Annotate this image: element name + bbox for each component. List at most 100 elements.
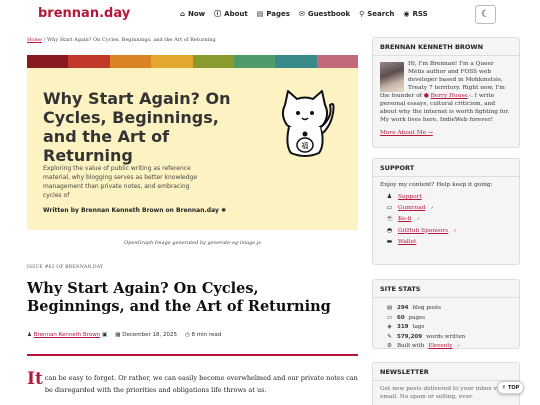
nav-label: RSS <box>412 10 428 18</box>
nav-now[interactable]: ⌂ Now <box>180 9 205 19</box>
stat-value: 294 <box>397 305 409 311</box>
posts-icon: ▤ <box>386 305 393 311</box>
support-title: SUPPORT <box>373 159 519 177</box>
date-meta: ▦ December 18, 2025 <box>115 332 177 338</box>
stat-item: ▤ 294 blog posts <box>386 304 512 312</box>
lucky-cat-icon: 福 <box>281 90 335 157</box>
card-icon: ▣ <box>102 332 108 338</box>
code-icon: ⚙ <box>387 343 392 350</box>
nav-pages[interactable]: ▤ Pages <box>257 9 290 19</box>
post-meta: ♟ Brennan Kenneth Brown ▣ ▦ December 18,… <box>27 332 221 338</box>
read-time: 8 min read <box>191 332 222 338</box>
github-sponsors-link[interactable]: GitHub Sponsors <box>398 227 448 235</box>
og-stripe <box>151 55 193 68</box>
stat-item: ✎ 579,209 words written <box>386 333 512 341</box>
site-logo[interactable]: brennan.day <box>38 6 130 21</box>
support-link-item[interactable]: ♟ Support <box>386 193 512 201</box>
author-link[interactable]: Brennan Kenneth Brown <box>34 332 101 338</box>
top-label: TOP <box>507 384 520 391</box>
external-link-icon: ↗ <box>453 227 457 233</box>
issue-number: ISSUE #62 OF BRENNAN.DAY <box>27 265 104 270</box>
stat-label: pages <box>408 314 426 321</box>
external-link-icon: ↗ <box>430 205 434 211</box>
back-to-top-button[interactable]: ↑ TOP <box>497 381 524 394</box>
read-time-meta: ◷ 8 min read <box>185 332 221 338</box>
built-with-label: Built with <box>397 343 425 350</box>
nav-search[interactable]: ⚲ Search <box>359 9 394 19</box>
wallet-link-item[interactable]: ▬ Wallet <box>386 238 512 246</box>
moon-icon: ☾ <box>481 9 490 20</box>
breadcrumb: Home / Why Start Again? On Cycles, Begin… <box>27 37 216 43</box>
stats-title: SITE STATS <box>373 280 519 298</box>
og-image-caption: OpenGraph Image generated by generate-og… <box>124 240 261 246</box>
wallet-icon: ▬ <box>386 237 393 245</box>
svg-text:福: 福 <box>302 141 309 150</box>
calendar-icon: ▦ <box>115 332 121 338</box>
stat-value: 319 <box>397 324 409 331</box>
nav-guestbook[interactable]: ✉ Guestbook <box>299 9 350 19</box>
stat-label: words written <box>426 333 466 340</box>
stats-body: ▤ 294 blog posts ▭ 60 pages ◈ 319 tags ✎ 579,20… <box>373 298 519 356</box>
about-body: Hi, I'm Brennan! I'm a Queer Métis autho… <box>373 56 519 141</box>
github-icon: ◓ <box>386 226 393 234</box>
gumroad-icon: ▭ <box>386 204 393 212</box>
info-icon: ⓘ <box>214 10 222 18</box>
support-links: ♟ Support ▭ Gumroad ↗ ☕ Ko-fi ↗ ◓ GitHub Spons… <box>380 193 512 246</box>
more-about-link[interactable]: More About Me → <box>380 130 433 136</box>
intro-text: can be easy to forget. Or rather, we can… <box>44 374 358 394</box>
arrow-up-icon: ↑ <box>501 384 506 391</box>
sparkle-icon: ✺ <box>220 207 226 214</box>
og-stripe <box>68 55 110 68</box>
support-card: SUPPORT Enjoy my content? Help keep it g… <box>372 158 520 265</box>
external-link-icon: ↗ <box>416 216 420 222</box>
breadcrumb-current: Why Start Again? On Cycles, Beginnings, … <box>46 37 216 43</box>
about-card: BRENNAN KENNETH BROWN Hi, I'm Brennan! I… <box>372 37 520 148</box>
og-stripe <box>316 55 358 68</box>
github-sponsors-link-item[interactable]: ◓ GitHub Sponsors ↗ <box>386 227 512 235</box>
gumroad-link-item[interactable]: ▭ Gumroad ↗ <box>386 204 512 212</box>
nav-rss[interactable]: ◉ RSS <box>403 9 427 19</box>
pages-icon: ▤ <box>256 10 264 18</box>
external-link-icon: ↗ <box>456 343 460 349</box>
og-stripe <box>233 55 276 68</box>
search-icon: ⚲ <box>359 10 365 18</box>
og-stripe <box>27 55 69 68</box>
dropcap: It <box>27 369 43 389</box>
rss-icon: ◉ <box>403 10 410 18</box>
tags-icon: ◈ <box>387 324 392 331</box>
og-stripe <box>109 55 152 68</box>
post-date: December 18, 2025 <box>122 332 177 338</box>
support-link[interactable]: Support <box>398 193 422 201</box>
theme-toggle-button[interactable]: ☾ <box>475 5 496 24</box>
avatar <box>380 62 404 92</box>
title-divider <box>27 354 358 356</box>
og-image: Why Start Again? On Cycles, Beginnings, … <box>27 55 358 230</box>
nav-label: Now <box>188 10 206 18</box>
person-icon: ♟ <box>27 332 32 338</box>
kofi-link-item[interactable]: ☕ Ko-fi ↗ <box>386 215 512 223</box>
newsletter-title: NEWSLETTER <box>373 363 519 381</box>
wallet-link[interactable]: Wallet <box>398 238 416 246</box>
nav-label: Search <box>367 10 395 18</box>
nav-label: Pages <box>266 10 290 18</box>
og-byline-text: Written by Brennan Kenneth Brown on Bren… <box>43 207 219 214</box>
site-stats-card: SITE STATS ▤ 294 blog posts ▭ 60 pages ◈ 319 t… <box>372 279 520 349</box>
berry-icon: ● <box>423 93 429 99</box>
nav-label: Guestbook <box>307 10 351 18</box>
breadcrumb-home-link[interactable]: Home <box>27 37 42 43</box>
stat-value: 60 <box>397 314 405 321</box>
stat-label: tags <box>412 324 425 331</box>
person-icon: ♟ <box>386 193 393 200</box>
kofi-link[interactable]: Ko-fi <box>398 215 412 223</box>
post-intro: It can be easy to forget. Or rather, we … <box>27 369 367 396</box>
berry-house-link[interactable]: Berry House <box>431 93 468 99</box>
breadcrumb-separator: / <box>43 37 46 43</box>
nav-label: About <box>224 10 248 18</box>
stat-value: 579,209 <box>397 333 423 340</box>
og-color-stripes <box>27 55 358 68</box>
author-meta: ♟ Brennan Kenneth Brown ▣ <box>27 332 107 338</box>
nav-about[interactable]: ⓘ About <box>214 9 248 19</box>
eleventy-link[interactable]: Eleventy <box>428 342 452 350</box>
og-title: Why Start Again? On Cycles, Beginnings, … <box>43 89 231 165</box>
gumroad-link[interactable]: Gumroad <box>398 204 425 212</box>
